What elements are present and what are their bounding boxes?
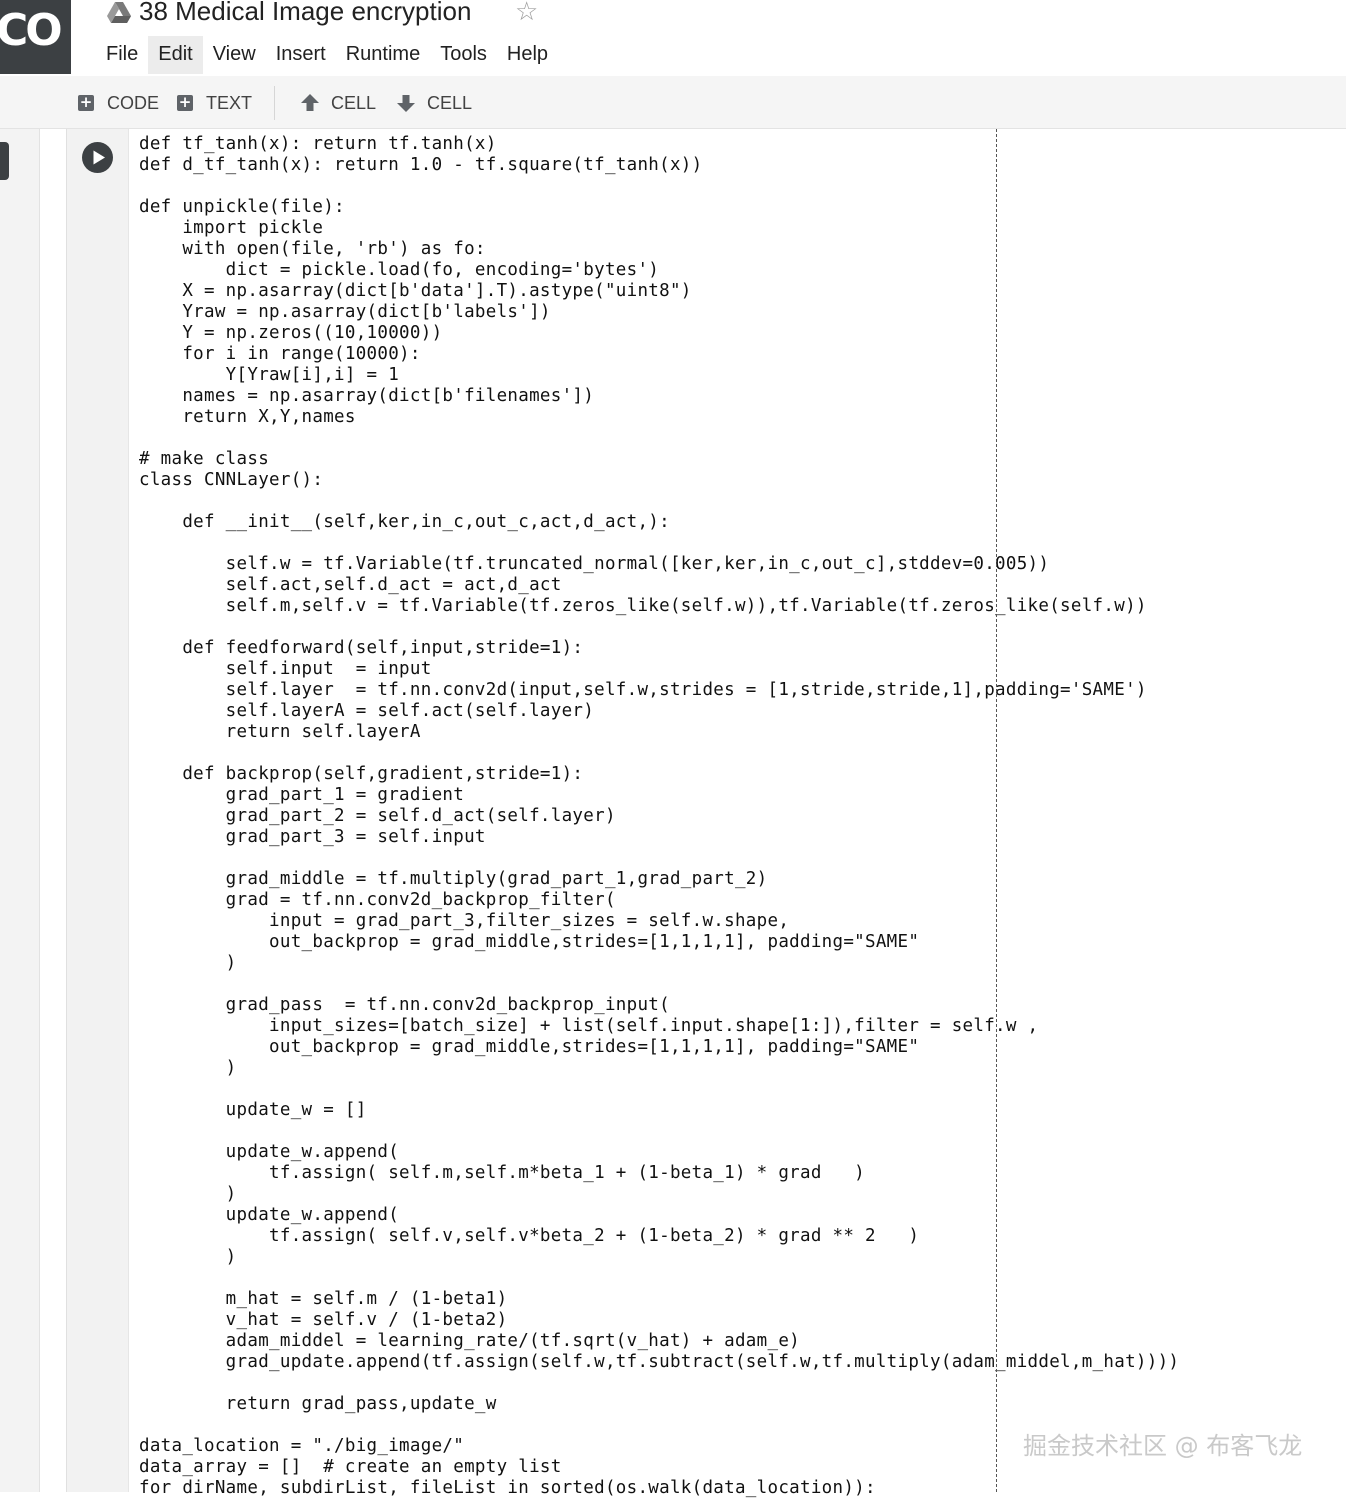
- menu-file[interactable]: File: [96, 36, 148, 74]
- line-length-ruler: [996, 129, 997, 1492]
- code-line: update_w.append(: [139, 1205, 400, 1225]
- code-line: # make class: [139, 449, 270, 469]
- play-icon: [93, 150, 105, 165]
- code-line: ): [139, 1184, 237, 1204]
- plus-icon: +: [78, 93, 94, 111]
- colab-logo[interactable]: CO: [0, 0, 71, 74]
- code-line: grad_part_2 = self.d_act(self.layer): [139, 806, 616, 826]
- code-line: out_backprop = grad_middle,strides=[1,1,…: [139, 1037, 920, 1057]
- code-line: tf.assign( self.v,self.v*beta_2 + (1-bet…: [139, 1226, 920, 1246]
- left-gutter: [0, 129, 40, 1492]
- code-line: def backprop(self,gradient,stride=1):: [139, 764, 584, 784]
- code-line: update_w.append(: [139, 1142, 400, 1162]
- run-cell-button[interactable]: [82, 142, 113, 173]
- code-line: return grad_pass,update_w: [139, 1394, 497, 1414]
- menu-help[interactable]: Help: [497, 36, 558, 74]
- code-line: grad_part_3 = self.input: [139, 827, 486, 847]
- code-line: input_sizes=[batch_size] + list(self.inp…: [139, 1016, 1039, 1036]
- arrow-up-icon: [301, 94, 319, 111]
- code-line: tf.assign( self.m,self.m*beta_1 + (1-bet…: [139, 1163, 866, 1183]
- code-line: with open(file, 'rb') as fo:: [139, 239, 486, 259]
- code-line: Yraw = np.asarray(dict[b'labels']): [139, 302, 551, 322]
- notebook-title[interactable]: 38 Medical Image encryption: [139, 0, 471, 27]
- code-line: grad_update.append(tf.assign(self.w,tf.s…: [139, 1352, 1180, 1372]
- app-header: CO 38 Medical Image encryption ☆ File Ed…: [0, 0, 1346, 76]
- code-line: update_w = []: [139, 1100, 367, 1120]
- sidebar-toggle[interactable]: [0, 142, 9, 180]
- code-line: X = np.asarray(dict[b'data'].T).astype("…: [139, 281, 692, 301]
- code-line: self.layerA = self.act(self.layer): [139, 701, 595, 721]
- star-outline-icon[interactable]: ☆: [515, 0, 538, 27]
- code-line: def __init__(self,ker,in_c,out_c,act,d_a…: [139, 512, 670, 532]
- code-line: names = np.asarray(dict[b'filenames']): [139, 386, 595, 406]
- add-code-button[interactable]: + CODE: [78, 90, 159, 116]
- code-line: self.layer = tf.nn.conv2d(input,self.w,s…: [139, 680, 1147, 700]
- toolbar-divider: [274, 86, 275, 120]
- code-line: self.w = tf.Variable(tf.truncated_normal…: [139, 554, 1050, 574]
- move-cell-down-button[interactable]: CELL: [396, 90, 472, 116]
- code-line: dict = pickle.load(fo, encoding='bytes'): [139, 260, 660, 280]
- move-cell-up-button[interactable]: CELL: [300, 90, 376, 116]
- cell-gutter: [66, 129, 129, 1492]
- code-line: grad_middle = tf.multiply(grad_part_1,gr…: [139, 869, 768, 889]
- code-line: Y = np.zeros((10,10000)): [139, 323, 443, 343]
- code-line: self.input = input: [139, 659, 432, 679]
- code-line: def d_tf_tanh(x): return 1.0 - tf.square…: [139, 155, 703, 175]
- code-line: for dirName, subdirList, fileList in sor…: [139, 1478, 876, 1498]
- code-line: ): [139, 953, 237, 973]
- menu-edit[interactable]: Edit: [148, 36, 203, 74]
- code-line: ): [139, 1247, 237, 1267]
- code-line: def unpickle(file):: [139, 197, 345, 217]
- add-text-label: TEXT: [206, 92, 253, 113]
- code-editor[interactable]: def tf_tanh(x): return tf.tanh(x) def d_t…: [139, 134, 1179, 1499]
- code-line: m_hat = self.m / (1-beta1): [139, 1289, 508, 1309]
- code-line: grad = tf.nn.conv2d_backprop_filter(: [139, 890, 616, 910]
- code-line: grad_part_1 = gradient: [139, 785, 465, 805]
- code-line: def feedforward(self,input,stride=1):: [139, 638, 584, 658]
- code-line: self.m,self.v = tf.Variable(tf.zeros_lik…: [139, 596, 1147, 616]
- watermark: 掘金技术社区 @ 布客飞龙: [1023, 1432, 1303, 1460]
- menu-view[interactable]: View: [203, 36, 266, 74]
- code-line: return X,Y,names: [139, 407, 356, 427]
- code-line: v_hat = self.v / (1-beta2): [139, 1310, 508, 1330]
- menu-runtime[interactable]: Runtime: [336, 36, 430, 74]
- code-line: def tf_tanh(x): return tf.tanh(x): [139, 134, 497, 154]
- menu-insert[interactable]: Insert: [266, 36, 336, 74]
- code-line: return self.layerA: [139, 722, 421, 742]
- code-line: input = grad_part_3,filter_sizes = self.…: [139, 911, 790, 931]
- plus-icon: +: [177, 93, 193, 111]
- menu-tools[interactable]: Tools: [430, 36, 497, 74]
- arrow-down-icon: [397, 95, 415, 112]
- move-cell-up-label: CELL: [331, 92, 377, 113]
- code-line: class CNNLayer():: [139, 470, 324, 490]
- code-line: import pickle: [139, 218, 324, 238]
- code-line: for i in range(10000):: [139, 344, 421, 364]
- google-drive-icon: [107, 2, 131, 23]
- code-line: out_backprop = grad_middle,strides=[1,1,…: [139, 932, 920, 952]
- code-line: Y[Yraw[i],i] = 1: [139, 365, 400, 385]
- move-cell-down-label: CELL: [427, 92, 473, 113]
- add-code-label: CODE: [107, 92, 160, 113]
- notebook-toolbar: + CODE + TEXT CELL CELL: [0, 76, 1346, 129]
- code-line: ): [139, 1058, 237, 1078]
- code-line: self.act,self.d_act = act,d_act: [139, 575, 562, 595]
- menu-bar: File Edit View Insert Runtime Tools Help: [96, 36, 558, 74]
- code-line: adam_middel = learning_rate/(tf.sqrt(v_h…: [139, 1331, 800, 1351]
- code-line: grad_pass = tf.nn.conv2d_backprop_input(: [139, 995, 670, 1015]
- add-text-button[interactable]: + TEXT: [177, 90, 252, 116]
